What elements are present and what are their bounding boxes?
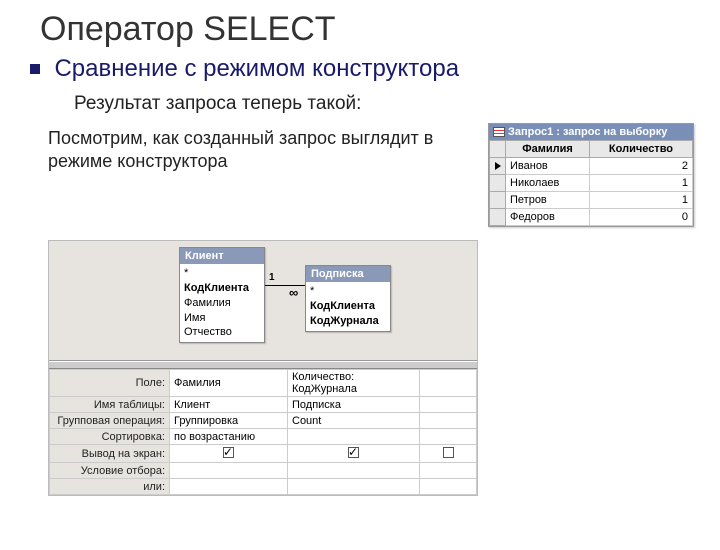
grid-label-field: Поле: — [50, 370, 170, 397]
field-star[interactable]: * — [184, 266, 260, 281]
row-selector[interactable] — [490, 209, 506, 226]
grid-cell-show[interactable] — [288, 445, 420, 463]
grid-cell[interactable] — [420, 429, 477, 445]
cell-count: 1 — [589, 192, 692, 209]
field-star[interactable]: * — [310, 284, 386, 299]
grid-label-sort: Сортировка: — [50, 429, 170, 445]
table-card-title: Подписка — [306, 266, 390, 282]
grid-cell[interactable]: Клиент — [170, 397, 288, 413]
join-label-many: ∞ — [289, 285, 298, 300]
grid-cell[interactable]: Подписка — [288, 397, 420, 413]
table-card-fields: * КодКлиента КодЖурнала — [306, 282, 390, 331]
grid-cell[interactable] — [420, 397, 477, 413]
field-item[interactable]: Отчество — [184, 325, 260, 340]
field-item[interactable]: КодКлиента — [310, 299, 386, 314]
grid-cell-show[interactable] — [170, 445, 288, 463]
table-row: Николаев 1 — [490, 175, 693, 192]
table-row: Петров 1 — [490, 192, 693, 209]
design-grid: Поле: Фамилия Количество: КодЖурнала Имя… — [49, 369, 477, 495]
grid-cell[interactable] — [288, 463, 420, 479]
grid-cell[interactable] — [288, 479, 420, 495]
cell-surname: Петров — [506, 192, 590, 209]
designer-intro-text: Посмотрим, как созданный запрос выглядит… — [48, 127, 438, 174]
join-line[interactable] — [265, 285, 305, 286]
result-col-header: Фамилия — [506, 141, 590, 158]
grid-cell[interactable]: Фамилия — [170, 370, 288, 397]
page-title: Оператор SELECT — [40, 10, 720, 49]
cell-count: 1 — [589, 175, 692, 192]
show-checkbox[interactable] — [223, 447, 234, 458]
result-col-header: Количество — [589, 141, 692, 158]
result-window-title: Запрос1 : запрос на выборку — [508, 126, 667, 138]
grid-cell[interactable] — [420, 479, 477, 495]
show-checkbox[interactable] — [348, 447, 359, 458]
grid-cell[interactable] — [170, 463, 288, 479]
field-item[interactable]: Имя — [184, 311, 260, 326]
cell-count: 0 — [589, 209, 692, 226]
grid-cell[interactable]: Count — [288, 413, 420, 429]
cell-count: 2 — [589, 158, 692, 175]
bullet-icon — [30, 64, 40, 74]
grid-cell-show[interactable] — [420, 445, 477, 463]
current-row-arrow-icon — [495, 162, 501, 170]
row-selector[interactable] — [490, 175, 506, 192]
grid-cell[interactable] — [420, 463, 477, 479]
grid-cell[interactable] — [170, 479, 288, 495]
table-row: Федоров 0 — [490, 209, 693, 226]
grid-label-table: Имя таблицы: — [50, 397, 170, 413]
row-selector[interactable] — [490, 158, 506, 175]
join-label-one: 1 — [269, 272, 275, 283]
grid-cell[interactable] — [420, 370, 477, 397]
result-table: Фамилия Количество Иванов 2 Николаев 1 П… — [489, 140, 693, 226]
subtitle-row: Сравнение с режимом конструктора — [30, 55, 720, 83]
grid-label-criteria: Условие отбора: — [50, 463, 170, 479]
table-card-title: Клиент — [180, 248, 264, 264]
designer-splitter[interactable] — [49, 361, 477, 369]
grid-label-or: или: — [50, 479, 170, 495]
datasheet-icon — [493, 127, 505, 137]
result-titlebar: Запрос1 : запрос на выборку — [489, 124, 693, 140]
grid-cell[interactable]: по возрастанию — [170, 429, 288, 445]
grid-cell[interactable]: Количество: КодЖурнала — [288, 370, 420, 397]
field-item[interactable]: КодЖурнала — [310, 314, 386, 329]
query-result-window: Запрос1 : запрос на выборку Фамилия Коли… — [488, 123, 694, 227]
cell-surname: Иванов — [506, 158, 590, 175]
result-corner-cell — [490, 141, 506, 158]
field-item[interactable]: КодКлиента — [184, 281, 260, 296]
show-checkbox[interactable] — [443, 447, 454, 458]
table-card-fields: * КодКлиента Фамилия Имя Отчество — [180, 264, 264, 342]
cell-surname: Федоров — [506, 209, 590, 226]
cell-surname: Николаев — [506, 175, 590, 192]
grid-cell[interactable]: Группировка — [170, 413, 288, 429]
designer-relationship-pane: Клиент * КодКлиента Фамилия Имя Отчество… — [49, 241, 477, 361]
result-intro-text: Результат запроса теперь такой: — [74, 93, 720, 115]
grid-cell[interactable] — [288, 429, 420, 445]
table-card-subscription[interactable]: Подписка * КодКлиента КодЖурнала — [305, 265, 391, 332]
field-item[interactable]: Фамилия — [184, 296, 260, 311]
subtitle: Сравнение с режимом конструктора — [54, 55, 459, 83]
row-selector[interactable] — [490, 192, 506, 209]
grid-label-group: Групповая операция: — [50, 413, 170, 429]
grid-label-show: Вывод на экран: — [50, 445, 170, 463]
query-designer-window: Клиент * КодКлиента Фамилия Имя Отчество… — [48, 240, 478, 496]
grid-cell[interactable] — [420, 413, 477, 429]
table-row: Иванов 2 — [490, 158, 693, 175]
table-card-client[interactable]: Клиент * КодКлиента Фамилия Имя Отчество — [179, 247, 265, 343]
